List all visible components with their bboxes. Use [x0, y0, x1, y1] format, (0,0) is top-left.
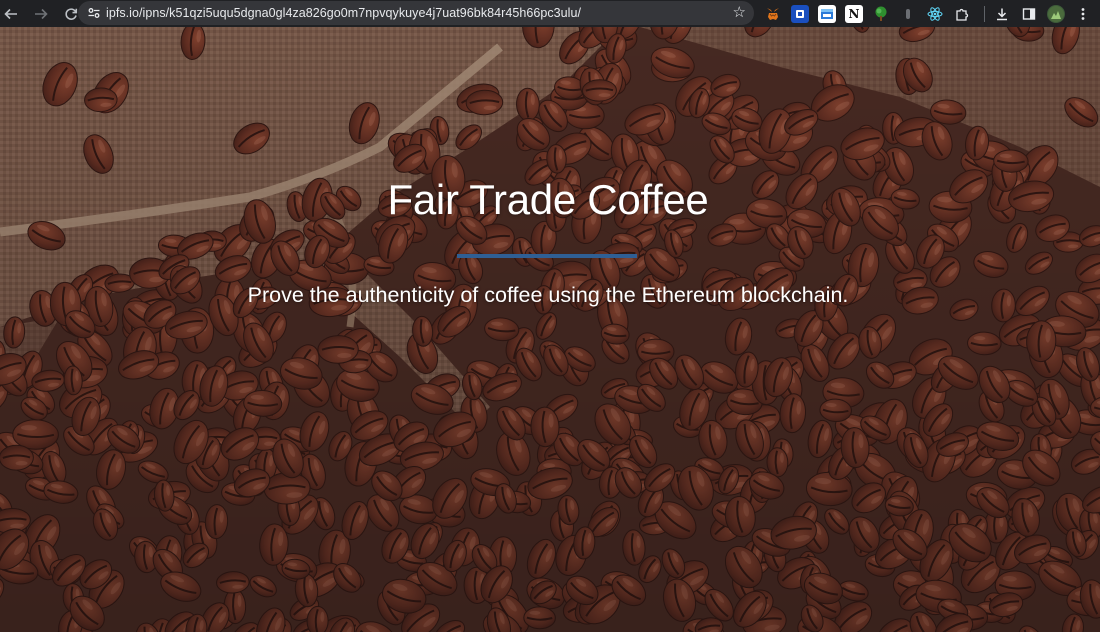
reload-icon	[65, 7, 78, 20]
kebab-menu-icon[interactable]	[1074, 5, 1092, 23]
toolbar-separator	[984, 5, 985, 22]
forward-button[interactable]	[30, 3, 52, 25]
download-icon[interactable]	[993, 5, 1011, 23]
profile-avatar[interactable]	[1047, 4, 1065, 23]
notion-icon[interactable]: N	[845, 4, 863, 23]
browser-toolbar: ipfs.io/ipns/k51qzi5uqu5dgna0gl4za826go0…	[0, 0, 1100, 27]
arrow-right-icon	[35, 8, 48, 19]
window-extension-icon[interactable]	[818, 4, 836, 23]
react-icon[interactable]	[926, 5, 944, 23]
tree-extension-icon[interactable]	[872, 5, 890, 23]
back-button[interactable]	[0, 3, 22, 25]
title-divider	[457, 254, 637, 258]
hero-overlay	[0, 27, 1100, 632]
shield-extension-icon[interactable]	[791, 4, 809, 23]
extensions-bar: N	[764, 3, 1092, 24]
arrow-left-icon	[4, 8, 17, 19]
hero-section: Fair Trade Coffee Prove the authenticity…	[0, 27, 1100, 632]
puzzle-icon[interactable]	[953, 5, 971, 23]
metamask-icon[interactable]	[764, 5, 782, 23]
url-text[interactable]: ipfs.io/ipns/k51qzi5uqu5dgna0gl4za826go0…	[106, 6, 581, 20]
address-bar[interactable]: ipfs.io/ipns/k51qzi5uqu5dgna0gl4za826go0…	[78, 1, 754, 25]
sidebar-icon[interactable]	[1020, 5, 1038, 23]
hero-title: Fair Trade Coffee	[387, 176, 709, 223]
bookmark-star-icon[interactable]: ☆	[733, 4, 746, 22]
hero-subtitle: Prove the authenticity of coffee using t…	[247, 283, 849, 307]
dot-extension-icon[interactable]	[899, 5, 917, 23]
site-info-icon[interactable]	[82, 1, 106, 25]
